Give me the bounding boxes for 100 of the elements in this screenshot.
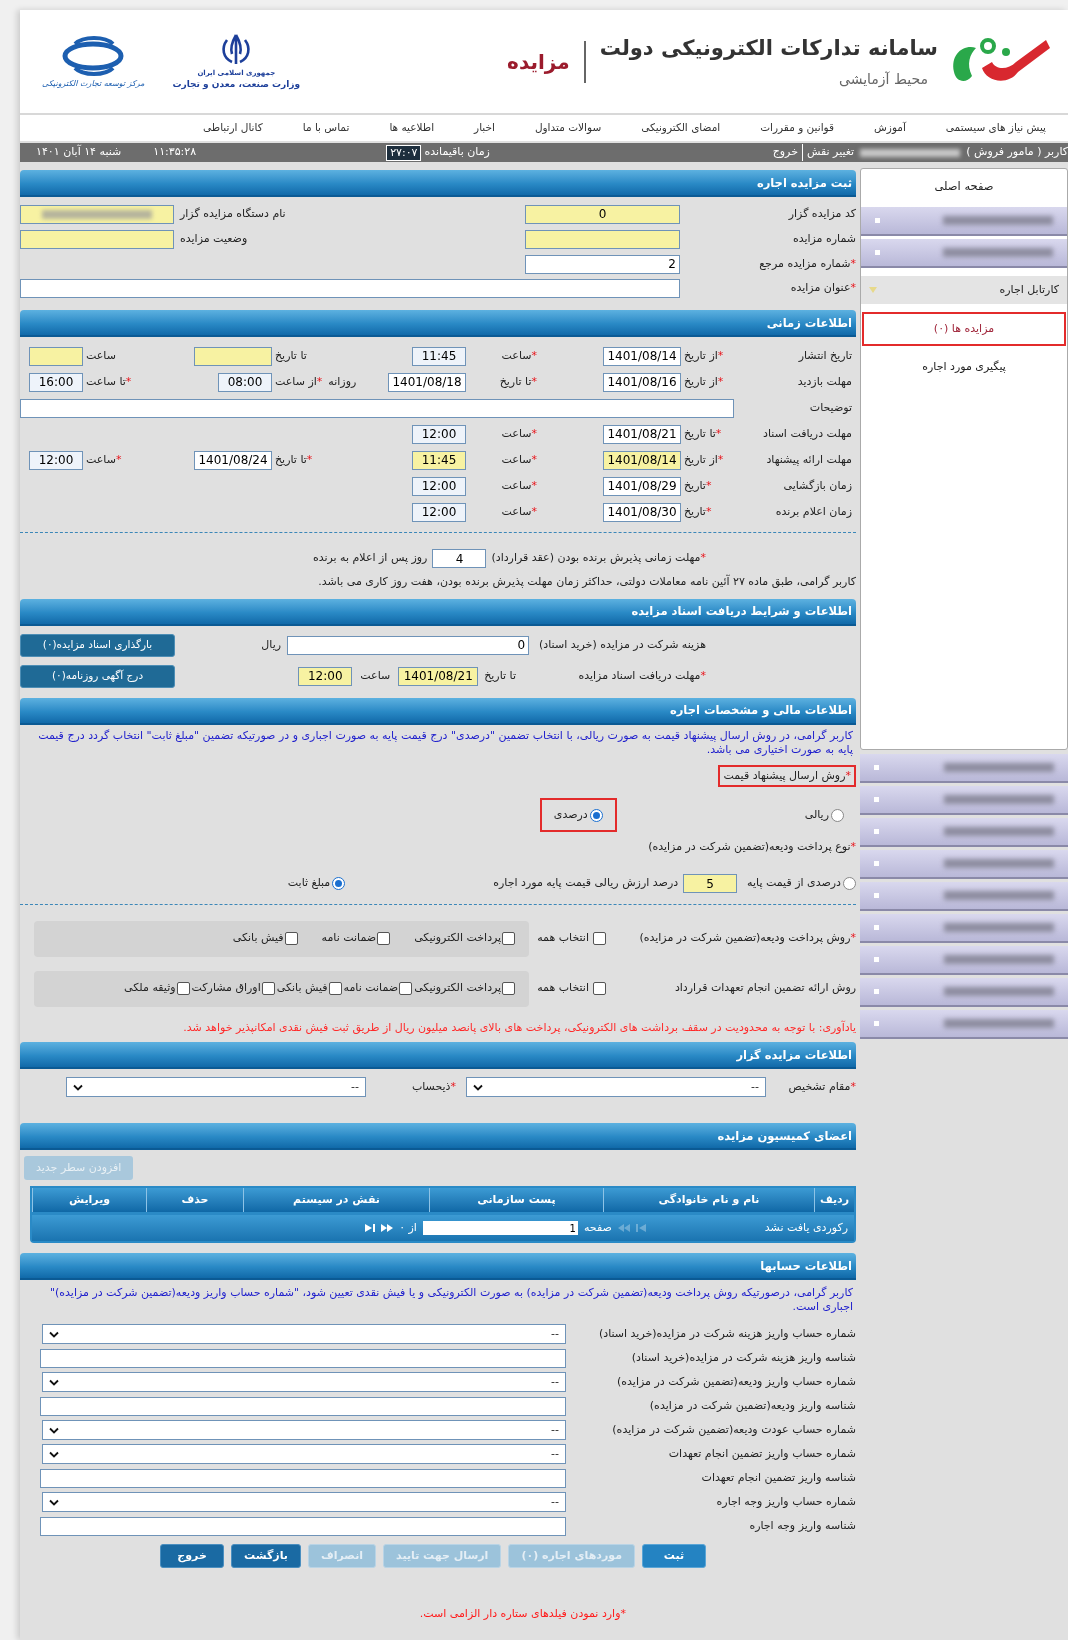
action-button[interactable]: ثبت (642, 1544, 706, 1568)
radio-button[interactable] (843, 877, 856, 890)
redacted-menu-item[interactable] (860, 850, 1068, 879)
action-button[interactable]: بازگشت (231, 1544, 301, 1568)
date-field[interactable] (194, 346, 272, 366)
dropdown[interactable]: -- (42, 1324, 566, 1344)
document-button[interactable]: درج آگهی روزنامه(۰) (20, 664, 175, 688)
dropdown[interactable]: -- (66, 1077, 366, 1097)
text-field[interactable]: 4 (432, 549, 487, 568)
radio-button[interactable] (332, 877, 346, 890)
nav-link[interactable]: آموزش (874, 120, 906, 136)
redacted-menu-item[interactable] (860, 1010, 1068, 1039)
text-field[interactable] (20, 229, 174, 249)
redacted-menu-item[interactable] (860, 914, 1068, 943)
text-field[interactable] (525, 229, 680, 249)
redacted-menu-item[interactable] (860, 754, 1068, 783)
date-field[interactable]: 1401/08/30 (603, 502, 681, 522)
checkbox[interactable] (502, 982, 516, 995)
logout-link[interactable]: خروج (772, 144, 802, 161)
time-field[interactable]: 11:45 (412, 450, 466, 470)
field-caption: روزانه (328, 373, 357, 390)
column-header: پست سازمانی (429, 1188, 603, 1212)
dropdown[interactable]: -- (42, 1492, 566, 1512)
date-field[interactable]: 1401/08/24 (194, 450, 272, 470)
dropdown[interactable]: -- (42, 1372, 566, 1392)
text-field[interactable] (40, 1348, 566, 1368)
text-field[interactable] (40, 1468, 566, 1488)
page-number-field[interactable]: 1 (422, 1221, 578, 1235)
text-field[interactable]: 5 (683, 874, 738, 893)
redacted-menu-item[interactable] (860, 882, 1068, 911)
date-field[interactable]: 1401/08/18 (388, 372, 466, 392)
sidebar-item[interactable]: پیگیری مورد اجاره (862, 350, 1066, 384)
text-field[interactable] (40, 1396, 566, 1416)
nav-link[interactable]: سوالات متداول (534, 120, 602, 136)
time-field[interactable] (29, 346, 83, 366)
checkbox[interactable] (284, 932, 298, 945)
document-button[interactable]: بارگذاری اسناد مزایده(۰) (20, 633, 175, 657)
checkbox[interactable] (593, 932, 606, 945)
checkbox[interactable] (328, 982, 342, 995)
time-field[interactable]: 12:00 (412, 424, 466, 444)
checkbox[interactable] (377, 932, 391, 945)
field-caption: تا تاریخ (484, 667, 516, 684)
change-role-link[interactable]: تغییر نقش (801, 144, 855, 161)
dropdown[interactable]: -- (42, 1420, 566, 1440)
nav-link[interactable]: کانال ارتباطی (203, 120, 263, 136)
redacted-menu-item[interactable] (860, 978, 1068, 1007)
text-field[interactable] (20, 279, 680, 298)
dropdown[interactable]: -- (42, 1444, 566, 1464)
field-label: مهلت ارائه پیشنهاد (765, 451, 853, 468)
date-field[interactable]: 1401/08/29 (603, 476, 681, 496)
nav-link[interactable]: پیش نیاز های سیستمی (945, 120, 1046, 136)
field-caption: * ساعت (501, 477, 537, 494)
redacted-menu-item[interactable] (861, 239, 1067, 268)
checkbox[interactable] (593, 982, 606, 995)
section-header: اطلاعات زمانی (20, 310, 856, 337)
time-field[interactable]: 16:00 (29, 372, 83, 392)
time-field[interactable]: 11:45 (412, 346, 466, 366)
radio-button[interactable] (589, 808, 603, 822)
date-field[interactable]: 1401/08/16 (603, 372, 681, 392)
checkbox[interactable] (176, 982, 190, 995)
redacted-menu-item[interactable] (860, 818, 1068, 847)
nav-link[interactable]: اخبار (474, 120, 495, 136)
text-field[interactable]: 2 (525, 254, 680, 274)
redacted-menu-item[interactable] (860, 786, 1068, 815)
checkbox[interactable] (261, 982, 275, 995)
date-field[interactable]: 1401/08/21 (398, 666, 479, 686)
time-field[interactable]: 12:00 (29, 450, 83, 470)
time-field[interactable]: 12:00 (412, 502, 466, 522)
checkbox[interactable] (399, 982, 413, 995)
action-button[interactable]: خروج (160, 1544, 225, 1568)
sidebar-item[interactable]: مزایده ها (۰) (862, 312, 1066, 346)
text-field[interactable]: 0 (287, 635, 530, 655)
redacted-menu-item[interactable] (860, 946, 1068, 975)
date-field[interactable]: 1401/08/14 (603, 346, 681, 366)
date-field[interactable]: 1401/08/21 (603, 424, 681, 444)
sidebar-group-header[interactable]: کارتابل اجاره (861, 276, 1067, 304)
checkbox[interactable] (502, 932, 516, 945)
time-field[interactable]: 12:00 (298, 666, 353, 686)
date-field[interactable]: 1401/08/14 (603, 450, 681, 470)
time-field[interactable]: 08:00 (218, 372, 272, 392)
sidebar-item[interactable]: صفحه اصلی (861, 169, 1067, 205)
text-field[interactable] (20, 204, 174, 224)
field-caption: * از ساعت (275, 373, 323, 390)
field-label: شماره حساب واریز هزینه شرکت در مزایده(خرید اسناد) (597, 1325, 856, 1342)
nav-link[interactable]: تماس با ما (302, 120, 350, 136)
field-label: * شماره مزایده مرجع (758, 255, 856, 272)
text-field[interactable]: 0 (525, 204, 680, 224)
nav-link[interactable]: اطلاعیه ها (389, 120, 435, 136)
redacted-menu-item[interactable] (861, 207, 1067, 236)
dropdown-caret-icon (49, 1426, 59, 1434)
field-label: * مقام تشخیص (787, 1078, 856, 1095)
dropdown[interactable]: -- (466, 1077, 766, 1097)
nav-link[interactable]: امضای الکترونیکی (641, 120, 721, 136)
text-field[interactable] (20, 398, 734, 418)
nav-link[interactable]: قوانین و مقررات (760, 120, 834, 136)
info-note: کاربر گرامی، در روش ارسال پیشنهاد قیمت به صورت ریالی، با انتخاب تضمین "درصدی" درج قیمت پایه به صورت اجباری و در صورتیکه تضمین "مبلغ ثابت" انتخاب گردد درج قیمت پایه به صورت اختیاری می باشد. (37, 727, 854, 757)
time-field[interactable]: 12:00 (412, 476, 466, 496)
radio-button[interactable] (831, 808, 844, 822)
page-label: صفحه (583, 1219, 612, 1236)
text-field[interactable] (40, 1516, 566, 1536)
